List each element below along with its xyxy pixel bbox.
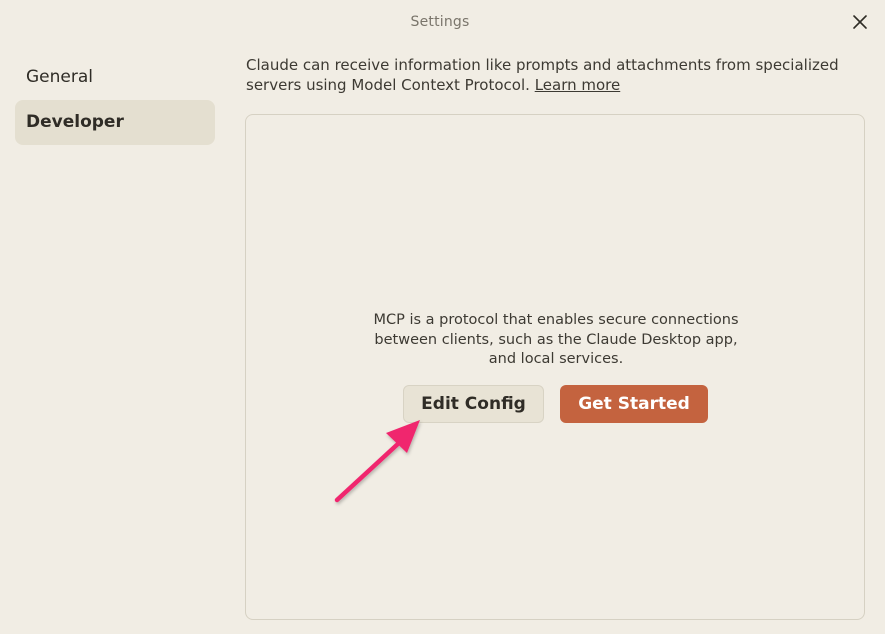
sidebar-item-developer[interactable]: Developer [15,100,215,145]
sidebar-item-label: General [26,67,93,87]
close-icon [853,15,867,29]
sidebar-item-general[interactable]: General [15,55,215,100]
developer-description: Claude can receive information like prom… [246,55,856,95]
mcp-description: MCP is a protocol that enables secure co… [373,312,739,367]
get-started-button[interactable]: Get Started [560,385,708,423]
sidebar-item-label: Developer [26,112,124,132]
settings-sidebar: General Developer [15,55,215,145]
edit-config-button[interactable]: Edit Config [403,385,544,423]
settings-window: Settings General Developer Claude can re… [0,0,885,634]
close-button[interactable] [850,12,870,32]
learn-more-link[interactable]: Learn more [535,76,621,94]
mcp-panel: MCP is a protocol that enables secure co… [245,114,865,620]
window-title: Settings [410,14,470,30]
